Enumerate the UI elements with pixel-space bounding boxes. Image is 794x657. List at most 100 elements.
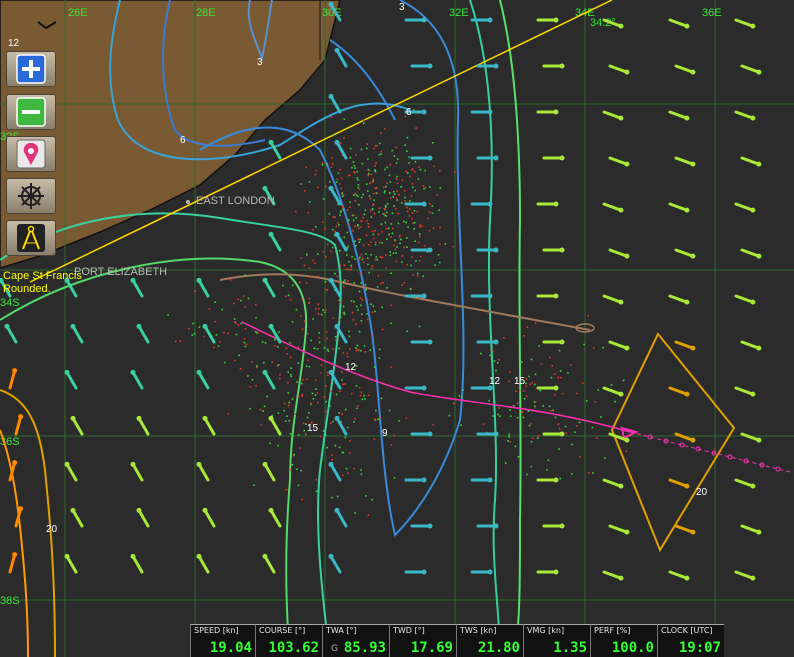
fleet-dot [395,207,397,210]
instrument-value: 103.62 [268,640,319,656]
fleet-dot [341,413,343,416]
fleet-dot [418,166,420,168]
fleet-dot [357,184,360,186]
fleet-dot [395,146,398,149]
fleet-dot [366,299,369,301]
fleet-dot [302,379,304,381]
fleet-dot [343,118,345,121]
fleet-dot [310,402,312,405]
fleet-dot [356,177,359,179]
fleet-dot [406,263,408,266]
fleet-dot [332,228,334,231]
fleet-dot [362,193,364,196]
isotach-label: 20 [46,524,58,535]
fleet-dot [380,132,382,134]
fleet-dot [274,338,276,341]
fleet-dot [324,410,327,413]
isotach-label: 9 [382,428,388,439]
fleet-dot [370,254,372,256]
fleet-dot [392,196,394,198]
locate-boat-button[interactable] [6,136,56,172]
fleet-dot [335,393,338,396]
fleet-dot [383,213,386,215]
fleet-dot [391,232,394,235]
fleet-dot [347,223,349,226]
fleet-dot [523,335,525,337]
fleet-dot [398,420,400,422]
fleet-dot [325,385,327,387]
zoom-out-button[interactable] [6,94,56,130]
fleet-dot [245,343,248,346]
fleet-dot [516,402,519,405]
fleet-dot [354,512,356,514]
fleet-dot [378,241,381,244]
fleet-dot [384,127,386,130]
fleet-dot [339,168,342,171]
fleet-dot [213,346,215,349]
fleet-dot [373,366,376,368]
fleet-dot [493,360,496,362]
fleet-dot [285,295,287,298]
fleet-dot [354,167,356,169]
fleet-dot [390,197,392,199]
fleet-dot [366,219,368,222]
fleet-dot [320,372,323,374]
fleet-dot [353,467,355,470]
fleet-dot [344,436,347,439]
fleet-dot [625,450,628,453]
fleet-dot [410,264,412,267]
fleet-dot [343,136,345,139]
fleet-dot [364,351,366,353]
fleet-dot [372,208,374,211]
fleet-dot [582,382,584,384]
fleet-dot [390,236,392,238]
fleet-dot [587,314,590,317]
instrument-value: 85.93 [343,640,386,656]
chart-view[interactable]: 26E 28E 30E 32E 34E 36E 32S 34S 36S 38S … [0,0,794,657]
fleet-dot [408,156,410,159]
fleet-dot [349,206,351,208]
fleet-dot [386,166,388,169]
fleet-dot [358,241,361,244]
fleet-dot [395,178,398,180]
nautical-map[interactable]: 26E 28E 30E 32E 34E 36E 32S 34S 36S 38S … [0,0,794,657]
minus-icon [16,97,46,127]
measure-button[interactable] [6,220,56,256]
fleet-dot [237,324,240,326]
fleet-dot [322,309,324,311]
fleet-dot [424,186,427,189]
fleet-dot [223,331,225,334]
fleet-dot [375,256,378,258]
fleet-dot [387,227,390,230]
fleet-dot [322,430,325,432]
fleet-dot [234,359,236,362]
fleet-dot [361,257,364,260]
fleet-dot [307,359,309,362]
zoom-in-button[interactable] [6,51,56,87]
fleet-dot [432,142,434,144]
fleet-dot [396,246,398,248]
fleet-dot [391,149,393,152]
fleet-dot [325,289,327,291]
fleet-dot [179,340,182,342]
fleet-dot [372,204,374,206]
fleet-dot [557,376,559,379]
fleet-dot [401,284,403,286]
fleet-dot [380,282,382,285]
fleet-dot [325,401,327,403]
fleet-dot [423,187,425,190]
fleet-dot [326,348,329,351]
fleet-dot [414,161,417,163]
fleet-dot [336,495,339,498]
fleet-dot [367,514,370,517]
fleet-dot [330,166,333,168]
fleet-dot [363,213,366,216]
fleet-dot [353,194,355,196]
helm-button[interactable] [6,178,56,214]
fleet-dot [372,192,375,195]
fleet-dot [285,347,288,349]
fleet-dot [396,199,399,201]
fleet-dot [365,495,367,497]
fleet-dot [391,227,394,230]
fleet-dot [215,334,218,336]
